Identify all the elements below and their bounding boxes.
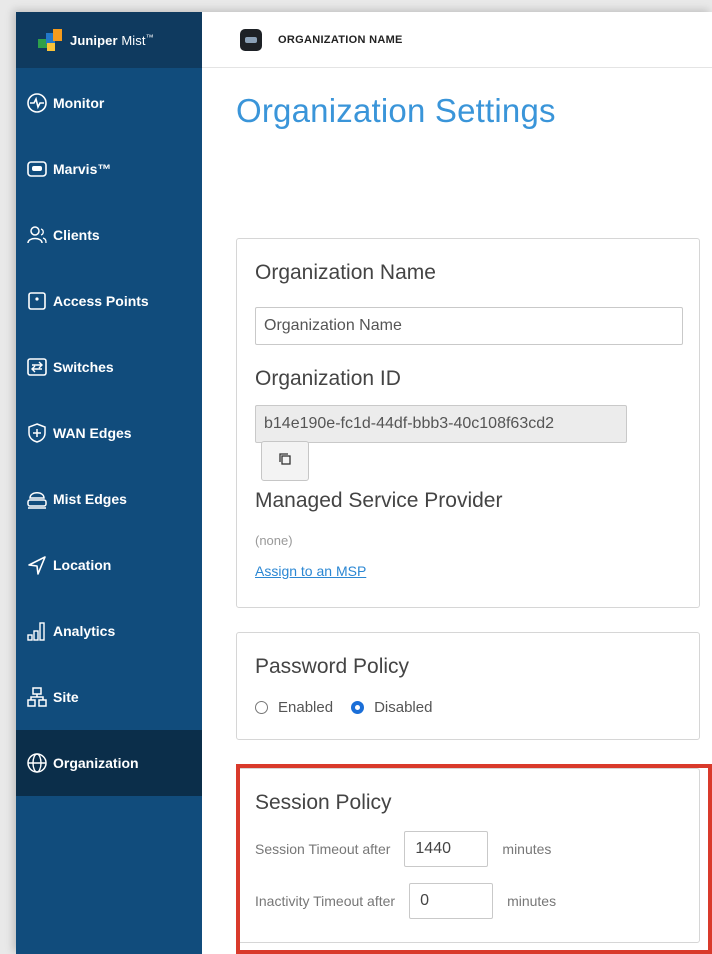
radio-enabled[interactable] <box>255 701 268 714</box>
inactivity-timeout-input[interactable]: 0 <box>409 883 494 919</box>
session-policy-card: Session Policy Session Timeout after 144… <box>236 768 700 943</box>
site-icon <box>26 686 48 708</box>
sidebar-item-monitor[interactable]: Monitor <box>16 70 202 136</box>
password-policy-title: Password Policy <box>255 655 410 678</box>
brand-name: Juniper Mist™ <box>70 33 154 48</box>
marvis-icon <box>26 158 48 180</box>
organization-name-title[interactable]: ORGANIZATION NAME <box>278 34 403 46</box>
copy-icon <box>278 452 292 471</box>
main-content: Organization Settings Organization Name … <box>202 68 712 954</box>
sidebar-item-label: Site <box>53 689 79 705</box>
session-timeout-unit: minutes <box>502 841 552 857</box>
wan-edge-icon <box>26 422 48 444</box>
msp-value: (none) <box>255 533 293 548</box>
brand-name-light: Mist <box>121 32 146 48</box>
sidebar-item-label: Analytics <box>53 623 116 639</box>
sidebar-item-label: Location <box>53 557 112 573</box>
brand-trademark: ™ <box>145 32 154 42</box>
sidebar-item-mist-edges[interactable]: Mist Edges <box>16 466 202 532</box>
app-window: Juniper Mist™ Monitor Marvis™ Clients Ac… <box>16 12 712 954</box>
organization-name-label: Organization Name <box>255 261 436 284</box>
session-timeout-label: Session Timeout after <box>255 841 391 857</box>
sidebar-item-organization[interactable]: Organization <box>16 730 202 796</box>
sidebar-item-analytics[interactable]: Analytics <box>16 598 202 664</box>
radio-disabled[interactable] <box>351 701 365 714</box>
brand-name-bold: Juniper <box>70 32 118 48</box>
top-bar: ORGANIZATION NAME <box>202 12 712 68</box>
radio-disabled-label[interactable]: Disabled <box>374 699 432 716</box>
organization-id-field: b14e190e-fc1d-44df-bbb3-40c108f63cd2 <box>255 405 627 443</box>
organization-icon <box>26 752 48 774</box>
analytics-icon <box>26 620 48 642</box>
mist-edge-icon <box>26 488 48 510</box>
screenshot-frame: Juniper Mist™ Monitor Marvis™ Clients Ac… <box>0 0 712 954</box>
monitor-icon <box>26 92 48 114</box>
location-icon <box>26 554 48 576</box>
sidebar-item-label: Access Points <box>53 293 149 309</box>
sidebar-item-location[interactable]: Location <box>16 532 202 598</box>
assign-msp-link[interactable]: Assign to an MSP <box>255 563 366 579</box>
password-policy-card: Password Policy Enabled Disabled <box>236 632 700 740</box>
sidebar-item-switches[interactable]: Switches <box>16 334 202 400</box>
radio-enabled-label[interactable]: Enabled <box>278 699 333 716</box>
session-policy-title: Session Policy <box>255 791 392 814</box>
organization-id-label: Organization ID <box>255 367 401 390</box>
msp-label: Managed Service Provider <box>255 489 503 512</box>
sidebar-item-access-points[interactable]: Access Points <box>16 268 202 334</box>
inactivity-timeout-unit: minutes <box>507 893 557 909</box>
organization-avatar-icon[interactable] <box>240 28 262 51</box>
sidebar-item-clients[interactable]: Clients <box>16 202 202 268</box>
copy-id-button[interactable] <box>261 441 309 481</box>
sidebar-item-label: Switches <box>53 359 114 375</box>
session-timeout-input[interactable]: 1440 <box>404 831 489 867</box>
juniper-logo-icon <box>38 29 64 51</box>
sidebar-item-label: Mist Edges <box>53 491 127 507</box>
access-point-icon <box>26 290 48 312</box>
sidebar-item-marvis[interactable]: Marvis™ <box>16 136 202 202</box>
brand-header[interactable]: Juniper Mist™ <box>16 12 202 68</box>
sidebar-item-label: Monitor <box>53 95 105 111</box>
organization-name-input[interactable]: Organization Name <box>255 307 683 345</box>
password-policy-options: Enabled Disabled <box>255 699 450 716</box>
sidebar-item-wan-edges[interactable]: WAN Edges <box>16 400 202 466</box>
organization-card: Organization Name Organization Name Orga… <box>236 238 700 608</box>
page-title: Organization Settings <box>236 92 556 129</box>
sidebar-item-label: WAN Edges <box>53 425 132 441</box>
sidebar-item-label: Clients <box>53 227 100 243</box>
inactivity-timeout-row: Inactivity Timeout after 0 minutes <box>255 883 556 919</box>
sidebar-nav: Monitor Marvis™ Clients Access Points Sw… <box>16 70 202 796</box>
clients-icon <box>26 224 48 246</box>
switch-icon <box>26 356 48 378</box>
sidebar: Juniper Mist™ Monitor Marvis™ Clients Ac… <box>16 12 202 954</box>
sidebar-item-label: Marvis™ <box>53 161 112 177</box>
session-timeout-row: Session Timeout after 1440 minutes <box>255 831 551 867</box>
sidebar-item-site[interactable]: Site <box>16 664 202 730</box>
sidebar-item-label: Organization <box>53 755 139 771</box>
inactivity-timeout-label: Inactivity Timeout after <box>255 893 396 909</box>
